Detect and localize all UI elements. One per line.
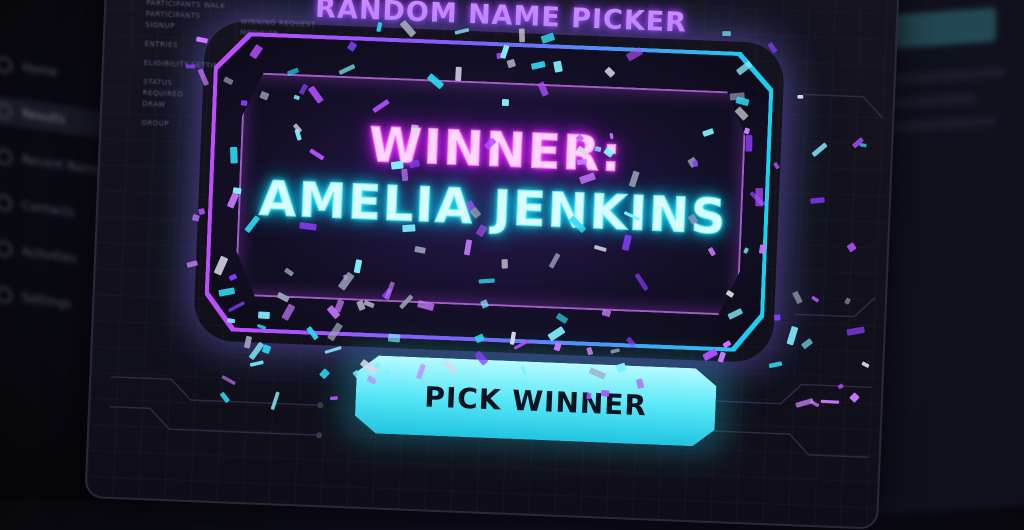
activity-icon [0, 239, 12, 258]
contacts-icon [0, 193, 12, 212]
sidebar-item-label: Recent Names [22, 152, 109, 179]
picker-device: PARTICIPANTS WALK PARTICIPANTS SIGNUP EN… [84, 0, 900, 530]
list-icon [0, 101, 12, 120]
gear-icon [0, 285, 12, 304]
sidebar-item-label: Results [22, 106, 66, 127]
sidebar-item-label: Contacts [22, 198, 75, 220]
placeholder-line [886, 92, 976, 110]
sidebar-item-label: Settings [22, 290, 72, 312]
pick-winner-label: PICK WINNER [423, 379, 648, 422]
sidebar-item-label: Activities [22, 244, 77, 267]
history-icon [0, 147, 12, 166]
sidebar-item-label: Home [22, 60, 58, 80]
pick-winner-button[interactable]: PICK WINNER [354, 355, 717, 447]
right-panel-button[interactable] [886, 7, 996, 50]
placeholder-line [886, 115, 996, 134]
placeholder-line [886, 66, 1006, 86]
home-icon [0, 55, 12, 74]
